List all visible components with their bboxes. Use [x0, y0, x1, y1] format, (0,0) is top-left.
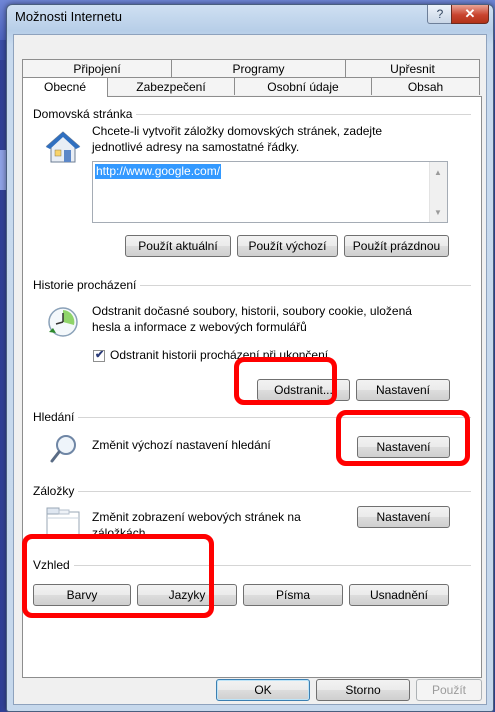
use-blank-button[interactable]: Použít prázdnou — [344, 235, 449, 257]
tab-security[interactable]: Zabezpečení — [107, 77, 235, 95]
home-group-label: Domovská stránka — [33, 107, 137, 121]
fonts-button[interactable]: Písma — [243, 584, 343, 606]
house-icon — [45, 131, 81, 163]
history-description-line2: hesla a informace z webových formulářů — [92, 320, 307, 334]
magnifier-icon — [50, 435, 76, 463]
tabs-settings-button[interactable]: Nastavení — [357, 506, 450, 528]
tabs-description-line2: záložkách — [92, 526, 146, 540]
tabs-group-label: Záložky — [33, 484, 79, 498]
divider — [33, 417, 471, 418]
tab-row-back: Připojení Programy Upřesnit — [22, 59, 480, 77]
colors-button[interactable]: Barvy — [33, 584, 131, 606]
close-button[interactable]: ✕ — [451, 5, 489, 24]
general-tab-panel: Domovská stránka Chcete-li vytvořit zálo… — [22, 96, 482, 678]
home-page-url: http://www.google.com/ — [95, 164, 222, 179]
tab-connections[interactable]: Připojení — [22, 59, 172, 77]
dialog-client-area: Připojení Programy Upřesnit Obecné Zabez… — [13, 34, 487, 705]
textarea-scrollbar[interactable]: ▲ ▼ — [429, 162, 447, 222]
delete-history-button[interactable]: Odstranit... — [257, 379, 350, 401]
search-description: Změnit výchozí nastavení hledání — [92, 438, 271, 452]
checkmark-icon: ✔ — [95, 349, 105, 361]
home-page-textarea[interactable]: http://www.google.com/ ▲ ▼ — [92, 161, 448, 223]
history-settings-button[interactable]: Nastavení — [356, 379, 450, 401]
use-current-button[interactable]: Použít aktuální — [125, 235, 231, 257]
cancel-button[interactable]: Storno — [316, 679, 410, 701]
delete-on-exit-checkbox[interactable]: ✔ — [93, 349, 105, 362]
history-description-line1: Odstranit dočasné soubory, historii, sou… — [92, 304, 412, 318]
use-default-button[interactable]: Použít výchozí — [237, 235, 338, 257]
delete-on-exit-label[interactable]: Odstranit historii procházení při ukonče… — [110, 347, 328, 363]
tab-programs[interactable]: Programy — [171, 59, 346, 77]
internet-options-dialog: Možnosti Internetu ? ✕ Připojení Program… — [6, 4, 494, 712]
home-description-line1: Chcete-li vytvořit záložky domovských st… — [92, 124, 383, 138]
tab-privacy[interactable]: Osobní údaje — [234, 77, 372, 95]
history-clock-icon — [48, 307, 78, 337]
apply-button[interactable]: Použít — [416, 679, 482, 701]
help-button[interactable]: ? — [427, 5, 453, 24]
accessibility-button[interactable]: Usnadnění — [349, 584, 449, 606]
history-group-label: Historie procházení — [33, 278, 141, 292]
tab-general[interactable]: Obecné — [22, 77, 108, 97]
languages-button[interactable]: Jazyky — [137, 584, 237, 606]
appearance-group-label: Vzhled — [33, 558, 74, 572]
tab-row-front: Obecné Zabezpečení Osobní údaje Obsah — [22, 77, 480, 97]
tab-advanced[interactable]: Upřesnit — [345, 59, 480, 77]
scroll-up-icon[interactable]: ▲ — [434, 168, 442, 177]
home-description-line2: jednotlivé adresy na samostatné řádky. — [92, 140, 300, 154]
tabs-icon — [46, 507, 80, 539]
tab-content[interactable]: Obsah — [371, 77, 480, 95]
search-group-label: Hledání — [33, 410, 79, 424]
search-settings-button[interactable]: Nastavení — [357, 436, 450, 458]
divider — [33, 565, 471, 566]
dialog-title: Možnosti Internetu — [15, 9, 122, 24]
tabs-description-line1: Změnit zobrazení webových stránek na — [92, 510, 301, 524]
ok-button[interactable]: OK — [216, 679, 310, 701]
scroll-down-icon[interactable]: ▼ — [434, 208, 442, 217]
divider — [33, 491, 471, 492]
